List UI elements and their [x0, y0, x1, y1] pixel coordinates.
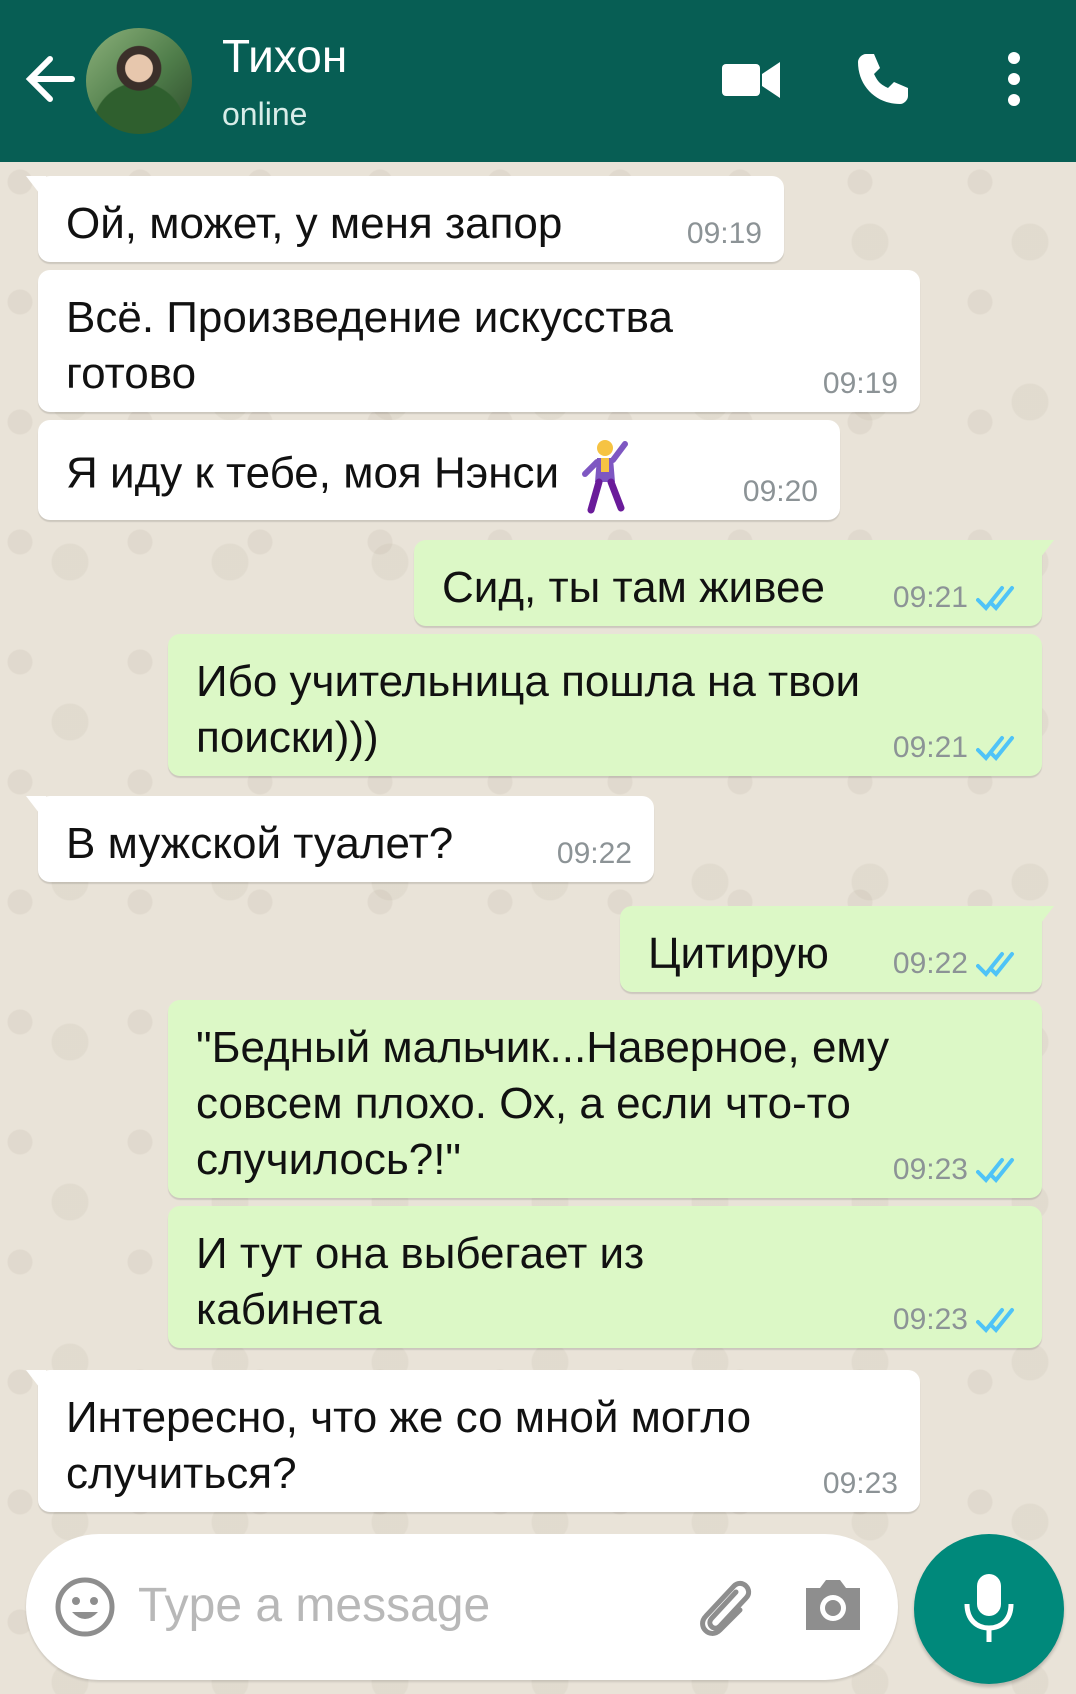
message-text: Ой, может, у меня запор — [66, 199, 563, 248]
message-outgoing[interactable]: Ибо учительница пошла на твои поиски))) … — [168, 634, 1042, 776]
message-incoming[interactable]: Ой, может, у меня запор 09:19 — [26, 176, 784, 262]
message-time: 09:23 — [822, 1467, 898, 1500]
message-incoming[interactable]: В мужской туалет? 09:22 — [26, 796, 654, 882]
more-options-icon[interactable] — [996, 48, 1032, 110]
message-text: В мужской туалет? — [66, 819, 454, 868]
message-input[interactable]: Type a message — [138, 1574, 490, 1638]
message-time: 09:21 — [893, 730, 1020, 766]
contact-status: online — [222, 96, 308, 132]
message-text: Интересно, что же со мной могло случитьс… — [66, 1393, 752, 1498]
message-time: 09:23 — [893, 1152, 1020, 1188]
read-receipt-icon — [976, 952, 1014, 977]
message-outgoing[interactable]: И тут она выбегает из кабинета 09:23 — [168, 1206, 1042, 1348]
message-time: 09:22 — [556, 837, 632, 870]
back-arrow-icon[interactable] — [24, 50, 76, 108]
message-incoming[interactable]: Всё. Произведение искусства готово 09:19 — [38, 270, 920, 412]
message-text: Всё. Произведение искусства готово — [66, 293, 674, 398]
video-call-icon[interactable] — [720, 48, 782, 110]
message-incoming[interactable]: Интересно, что же со мной могло случитьс… — [26, 1370, 920, 1512]
contact-name[interactable]: Тихон — [222, 28, 347, 84]
message-outgoing[interactable]: Сид, ты там живее 09:21 — [414, 540, 1054, 626]
read-receipt-icon — [976, 1158, 1014, 1183]
message-outgoing[interactable]: "Бедный мальчик...Наверное, ему совсем п… — [168, 1000, 1042, 1198]
message-composer[interactable]: Type a message — [26, 1534, 898, 1680]
voice-record-button[interactable] — [914, 1534, 1064, 1684]
message-text: Я иду к тебе, моя Нэнси — [66, 448, 560, 498]
bubble-tail — [26, 176, 46, 202]
microphone-icon — [964, 1574, 1014, 1642]
message-time: 09:22 — [893, 946, 1020, 982]
bubble-tail — [1034, 906, 1054, 932]
bubble-tail — [1034, 540, 1054, 566]
message-text: Сид, ты там живее — [442, 563, 825, 612]
message-incoming[interactable]: Я иду к тебе, моя Нэнси 09:20 — [38, 420, 840, 520]
message-text: И тут она выбегает из кабинета — [196, 1229, 645, 1334]
attachment-icon[interactable] — [694, 1574, 756, 1640]
bubble-tail — [26, 1370, 46, 1396]
message-time: 09:23 — [893, 1302, 1020, 1338]
phone-call-icon[interactable] — [852, 48, 914, 110]
message-outgoing[interactable]: Цитирую 09:22 — [620, 906, 1054, 992]
chat-header: Тихон online — [0, 0, 1076, 162]
message-time: 09:21 — [893, 580, 1020, 616]
read-receipt-icon — [976, 1308, 1014, 1333]
contact-avatar[interactable] — [86, 28, 192, 134]
message-time: 09:20 — [742, 475, 818, 508]
message-text: "Бедный мальчик...Наверное, ему совсем п… — [196, 1023, 890, 1184]
message-text: Цитирую — [648, 929, 829, 978]
read-receipt-icon — [976, 736, 1014, 761]
message-time: 09:19 — [822, 367, 898, 400]
message-time: 09:19 — [686, 217, 762, 250]
bubble-tail — [26, 796, 46, 822]
message-text: Ибо учительница пошла на твои поиски))) — [196, 657, 861, 762]
read-receipt-icon — [976, 586, 1014, 611]
emoji-icon[interactable] — [54, 1576, 116, 1638]
camera-icon[interactable] — [800, 1574, 866, 1636]
dancing-man-emoji — [582, 440, 629, 514]
